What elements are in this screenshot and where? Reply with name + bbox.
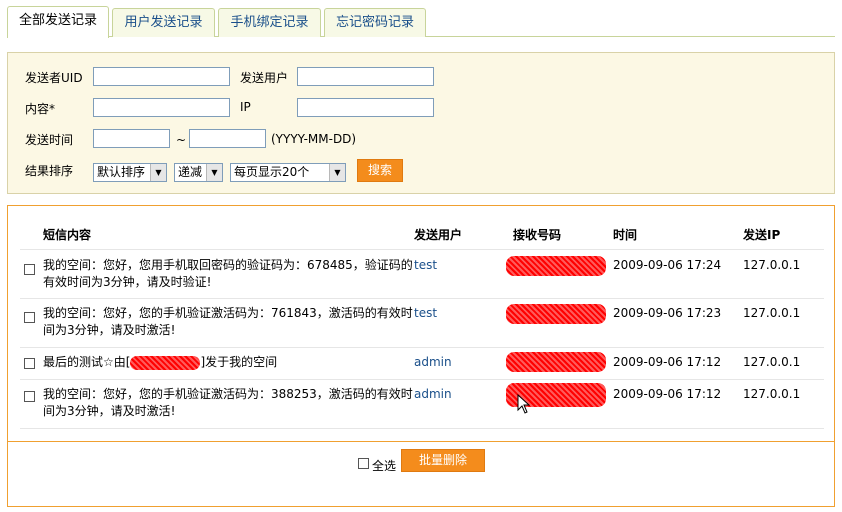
batch-delete-button[interactable]: 批量删除 bbox=[401, 449, 485, 472]
start-date-input[interactable] bbox=[93, 129, 170, 148]
header-content: 短信内容 bbox=[43, 228, 92, 242]
table-row: 最后的测试☆由[ ]发于我的空间 admin 2009-09-06 17:12 1… bbox=[20, 347, 824, 379]
row-send-user[interactable]: admin bbox=[414, 354, 452, 371]
send-time-label: 发送时间 bbox=[25, 133, 74, 147]
row-recv-number-redacted bbox=[506, 304, 606, 324]
table-row: 我的空间：您好，您的手机验证激活码为：761843，激活码的有效时间为3分钟，请… bbox=[20, 298, 824, 347]
redacted-username bbox=[130, 355, 201, 370]
chevron-down-icon: ▼ bbox=[206, 164, 222, 181]
row-content: 我的空间：您好，您用手机取回密码的验证码为：678485，验证码的有效时间为3分… bbox=[43, 258, 413, 289]
row-content-prefix: 最后的测试☆由[ bbox=[43, 355, 131, 369]
sort-field-value: 默认排序 bbox=[97, 165, 146, 179]
header-recv-number: 接收号码 bbox=[513, 228, 562, 242]
date-format-hint: (YYYY-MM-DD) bbox=[271, 132, 357, 146]
sms-records-table: 短信内容 发送用户 接收号码 时间 发送IP 我的空间：您好，您用手机取回密码的… bbox=[7, 205, 835, 507]
sort-label: 结果排序 bbox=[25, 164, 74, 178]
row-content: 我的空间：您好，您的手机验证激活码为：388253，激活码的有效时间为3分钟，请… bbox=[43, 387, 413, 418]
row-time: 2009-09-06 17:12 bbox=[613, 387, 722, 401]
chevron-down-icon: ▼ bbox=[329, 164, 345, 181]
chevron-down-icon: ▼ bbox=[150, 164, 166, 181]
header-send-ip: 发送IP bbox=[743, 228, 781, 242]
row-ip: 127.0.0.1 bbox=[743, 258, 801, 272]
row-time: 2009-09-06 17:23 bbox=[613, 306, 722, 320]
sort-field-select[interactable]: 默认排序 ▼ bbox=[93, 163, 167, 182]
tab-phone-bind-records[interactable]: 手机绑定记录 bbox=[218, 8, 321, 37]
row-content: 最后的测试☆由[ ]发于我的空间 bbox=[43, 354, 413, 371]
content-input[interactable] bbox=[93, 98, 230, 117]
row-checkbox[interactable] bbox=[24, 264, 35, 275]
send-user-label: 发送用户 bbox=[240, 71, 289, 85]
table-row: 我的空间：您好，您的手机验证激活码为：388253，激活码的有效时间为3分钟，请… bbox=[20, 379, 824, 429]
row-send-user[interactable]: test bbox=[414, 305, 437, 322]
search-panel: 发送者UID 发送用户 内容* IP 发送时间 ~ (YYYY-MM-DD) 结… bbox=[7, 52, 835, 194]
row-time: 2009-09-06 17:24 bbox=[613, 258, 722, 272]
header-time: 时间 bbox=[613, 228, 638, 242]
header-send-user: 发送用户 bbox=[414, 228, 463, 242]
row-ip: 127.0.0.1 bbox=[743, 306, 801, 320]
sender-uid-input[interactable] bbox=[93, 67, 230, 86]
send-user-input[interactable] bbox=[297, 67, 434, 86]
row-checkbox[interactable] bbox=[24, 312, 35, 323]
search-button[interactable]: 搜索 bbox=[357, 159, 403, 182]
select-all-label: 全选 bbox=[372, 459, 397, 473]
row-checkbox[interactable] bbox=[24, 358, 35, 369]
per-page-select[interactable]: 每页显示20个 ▼ bbox=[230, 163, 346, 182]
select-all-checkbox[interactable] bbox=[358, 458, 369, 469]
row-content: 我的空间：您好，您的手机验证激活码为：761843，激活码的有效时间为3分钟，请… bbox=[43, 306, 413, 337]
tab-bar: 全部发送记录 用户发送记录 手机绑定记录 忘记密码记录 bbox=[7, 6, 835, 38]
ip-label: IP bbox=[240, 100, 251, 114]
row-ip: 127.0.0.1 bbox=[743, 355, 801, 369]
tab-user-records[interactable]: 用户发送记录 bbox=[112, 8, 215, 37]
row-send-user[interactable]: admin bbox=[414, 386, 452, 403]
ip-input[interactable] bbox=[297, 98, 434, 117]
end-date-input[interactable] bbox=[189, 129, 266, 148]
per-page-value: 每页显示20个 bbox=[234, 165, 310, 179]
sort-order-value: 递减 bbox=[178, 165, 203, 179]
row-content-suffix: ]发于我的空间 bbox=[200, 355, 278, 369]
table-row: 我的空间：您好，您用手机取回密码的验证码为：678485，验证码的有效时间为3分… bbox=[20, 249, 824, 298]
row-recv-number-redacted bbox=[506, 256, 606, 276]
row-time: 2009-09-06 17:12 bbox=[613, 355, 722, 369]
mouse-cursor-icon bbox=[517, 394, 531, 414]
tab-all-records[interactable]: 全部发送记录 bbox=[7, 6, 109, 38]
sort-order-select[interactable]: 递减 ▼ bbox=[174, 163, 223, 182]
row-recv-number-redacted bbox=[506, 352, 606, 372]
row-send-user[interactable]: test bbox=[414, 257, 437, 274]
content-label: 内容* bbox=[25, 102, 56, 116]
row-checkbox[interactable] bbox=[24, 391, 35, 402]
row-ip: 127.0.0.1 bbox=[743, 387, 801, 401]
tab-forgot-password-records[interactable]: 忘记密码记录 bbox=[324, 8, 426, 37]
date-range-separator: ~ bbox=[176, 133, 187, 147]
sender-uid-label: 发送者UID bbox=[25, 71, 83, 85]
footer-divider bbox=[8, 441, 834, 442]
